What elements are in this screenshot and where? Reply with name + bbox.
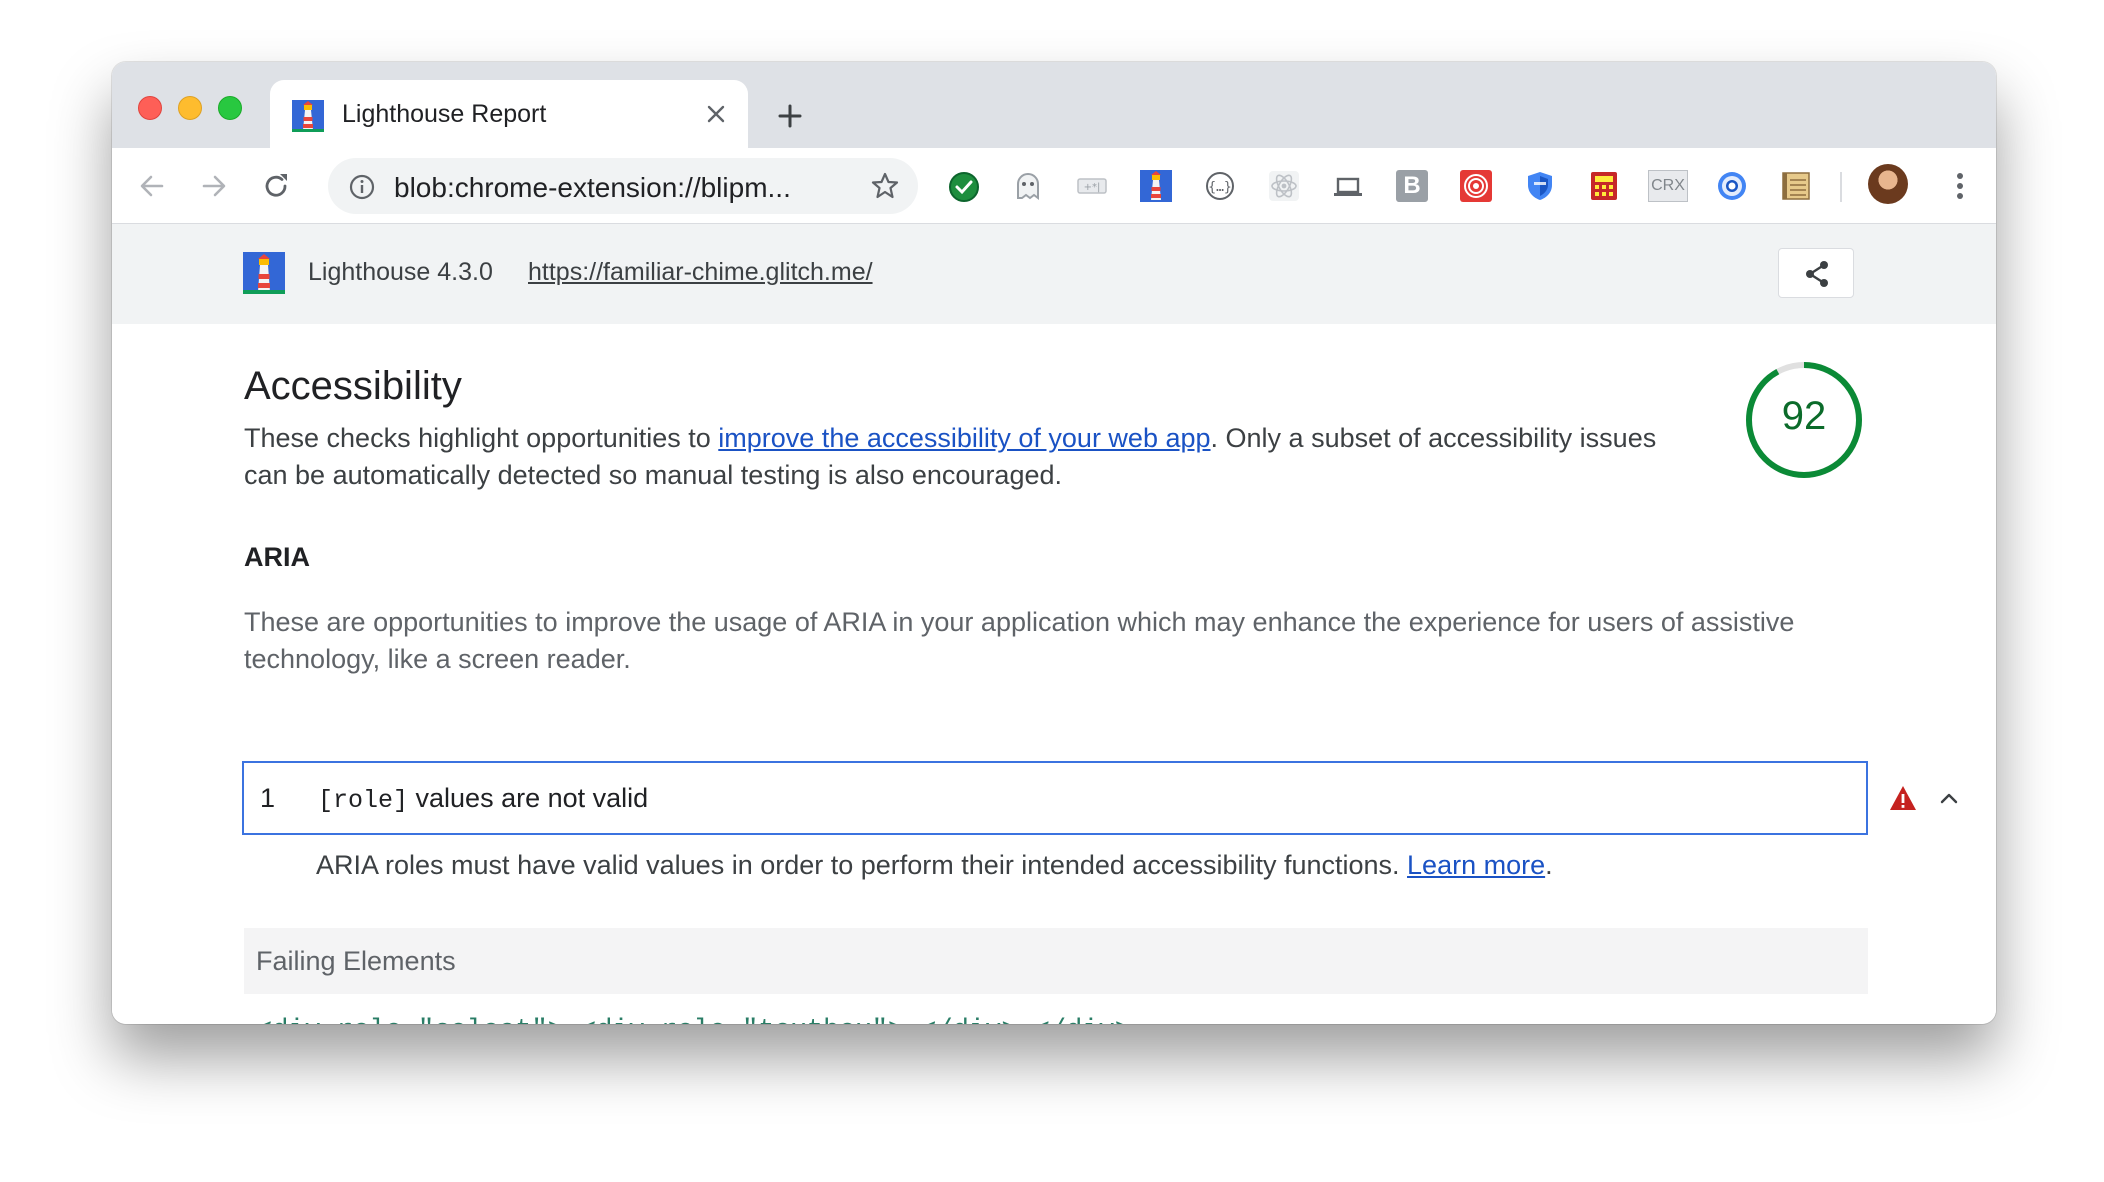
lighthouse-version: Lighthouse 4.3.0 — [308, 258, 493, 286]
report-content: Accessibility These checks highlight opp… — [112, 324, 1996, 1024]
tab-strip: Lighthouse Report — [112, 62, 1996, 148]
info-icon[interactable] — [348, 173, 376, 201]
ghost-extension-icon[interactable] — [1012, 170, 1044, 202]
menu-kebab-icon[interactable] — [1942, 168, 1978, 204]
green-check-extension-icon[interactable] — [948, 170, 980, 202]
notepad-extension-icon[interactable] — [1780, 170, 1812, 202]
address-bar[interactable]: blob:chrome-extension://blipm... — [328, 158, 918, 214]
close-window-button[interactable] — [138, 96, 162, 120]
tab-title: Lighthouse Report — [342, 100, 547, 128]
browser-window: Lighthouse Report blob:chrome-extension:… — [112, 62, 1996, 1024]
failing-element-snippet[interactable]: <div role="select"> <div role="textbox">… — [256, 1016, 1131, 1024]
share-button[interactable] — [1778, 248, 1854, 298]
group-description: These are opportunities to improve the u… — [244, 607, 1795, 674]
audit-title-code: [role] — [318, 786, 409, 815]
audit-title: [role] values are not valid — [318, 783, 648, 815]
accessibility-docs-link[interactable]: improve the accessibility of your web ap… — [718, 423, 1210, 453]
audit-title-text: values are not valid — [408, 783, 649, 813]
audit-description: ARIA roles must have valid values in ord… — [316, 850, 1553, 881]
tab-lighthouse-report[interactable]: Lighthouse Report — [270, 80, 748, 148]
laptop-extension-icon[interactable] — [1332, 170, 1364, 202]
lighthouse-logo-icon — [243, 252, 285, 294]
forward-arrow-icon[interactable] — [196, 168, 232, 204]
browser-toolbar: blob:chrome-extension://blipm... +*| {…}… — [112, 148, 1996, 224]
back-arrow-icon[interactable] — [134, 168, 170, 204]
crx-extension-icon[interactable]: CRX — [1648, 170, 1688, 202]
category-title: Accessibility — [244, 364, 462, 408]
audit-desc-end: . — [1545, 850, 1553, 880]
failing-elements-header: Failing Elements — [244, 928, 1868, 994]
share-icon — [1806, 261, 1828, 287]
audited-url-link[interactable]: https://familiar-chime.glitch.me/ — [528, 258, 873, 287]
zoom-window-button[interactable] — [218, 96, 242, 120]
minimize-window-button[interactable] — [178, 96, 202, 120]
learn-more-link[interactable]: Learn more — [1407, 850, 1545, 880]
bookmark-star-icon[interactable] — [870, 171, 900, 201]
chevron-up-icon[interactable] — [1934, 783, 1964, 813]
profile-avatar[interactable] — [1868, 164, 1908, 204]
lighthouse-topbar: Lighthouse 4.3.0 https://familiar-chime.… — [112, 224, 1996, 324]
audit-desc-text: ARIA roles must have valid values in ord… — [316, 850, 1408, 880]
b-extension-icon[interactable]: B — [1396, 170, 1428, 202]
warning-triangle-icon — [1890, 786, 1916, 810]
svg-text:{…}: {…} — [1208, 180, 1231, 195]
shield-extension-icon[interactable] — [1524, 170, 1556, 202]
reload-icon[interactable] — [258, 168, 294, 204]
audit-index: 1 — [260, 783, 276, 813]
address-url: blob:chrome-extension://blipm... — [394, 172, 791, 203]
react-extension-icon[interactable] — [1268, 170, 1300, 202]
new-tab-icon[interactable] — [774, 100, 806, 132]
toolbar-separator — [1840, 172, 1842, 202]
audit-row-role-values[interactable]: 1 [role] values are not valid — [242, 761, 1958, 835]
target-extension-icon[interactable] — [1460, 170, 1492, 202]
failing-elements-label: Failing Elements — [256, 946, 456, 976]
category-desc-text: These checks highlight opportunities to — [244, 423, 719, 453]
lighthouse-icon — [292, 100, 324, 132]
braces-extension-icon[interactable]: {…} — [1204, 170, 1236, 202]
svg-text:+*|: +*| — [1084, 182, 1101, 193]
calculator-extension-icon[interactable] — [1588, 170, 1620, 202]
group-title: ARIA — [244, 542, 310, 572]
grey-extension-icon[interactable]: +*| — [1076, 170, 1108, 202]
lighthouse-extension-icon[interactable] — [1140, 170, 1172, 202]
chromium-extension-icon[interactable] — [1716, 170, 1748, 202]
category-description: These checks highlight opportunities to … — [244, 420, 1664, 494]
score-value: 92 — [1781, 394, 1827, 438]
close-tab-icon[interactable] — [702, 100, 730, 128]
